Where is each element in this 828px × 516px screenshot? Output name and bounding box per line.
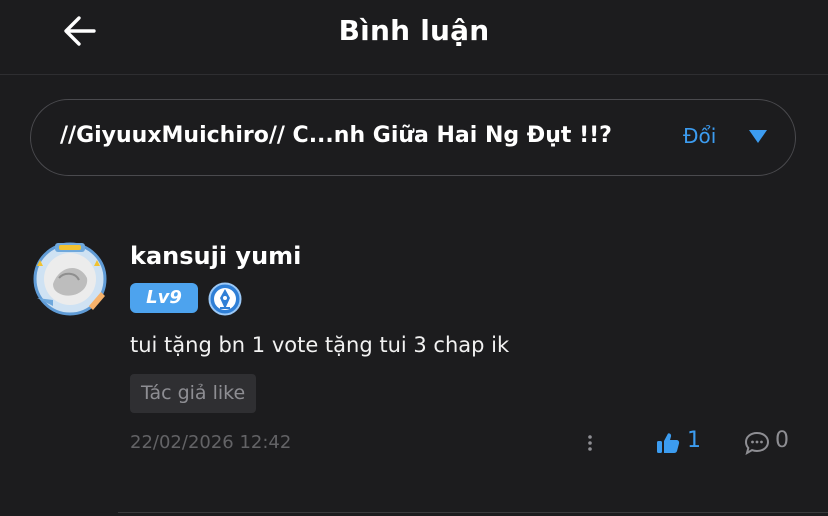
author-liked-tag: Tác giả like <box>130 374 257 413</box>
comment-timestamp: 22/02/2026 12:42 <box>130 432 292 453</box>
page-title: Bình luận <box>338 14 490 47</box>
thumbs-up-icon <box>657 433 680 453</box>
avatar[interactable] <box>31 240 109 318</box>
change-chapter-button[interactable]: Đổi <box>683 124 716 148</box>
comment-text: tui tặng bn 1 vote tặng tui 3 chap ik <box>130 333 510 357</box>
reply-count: 0 <box>775 428 789 453</box>
more-options-icon[interactable] <box>580 428 600 458</box>
comment-bubble-icon <box>744 431 770 455</box>
pen-badge-icon <box>208 282 242 316</box>
like-count: 1 <box>687 428 701 453</box>
level-badge: Lv9 <box>130 283 198 313</box>
divider <box>118 512 828 513</box>
chapter-title: //GiyuuxMuichiro// C...nh Giữa Hai Ng Đụ… <box>60 123 612 148</box>
header-bar: Bình luận <box>0 0 828 75</box>
caret-down-icon[interactable] <box>749 130 767 144</box>
chapter-selector[interactable]: //GiyuuxMuichiro// C...nh Giữa Hai Ng Đụ… <box>30 99 796 176</box>
comment-username[interactable]: kansuji yumi <box>130 242 301 270</box>
